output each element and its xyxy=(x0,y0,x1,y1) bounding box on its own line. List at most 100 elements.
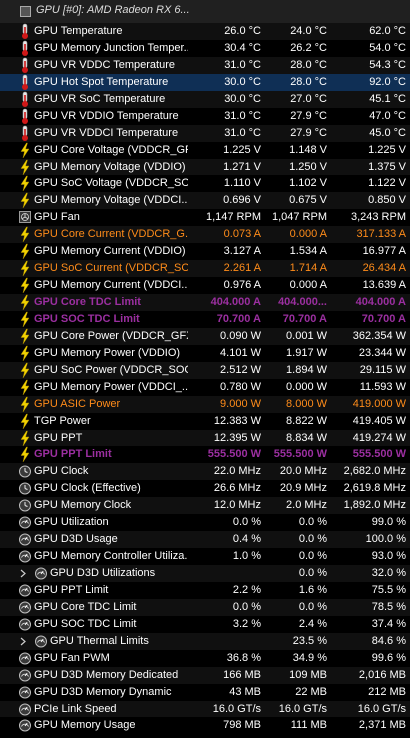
max-value: 1.122 V xyxy=(368,177,406,190)
sensor-label: GPU VR VDDIO Temperature xyxy=(34,109,179,122)
current-value: 798 MB xyxy=(223,719,261,732)
thermometer-icon xyxy=(18,91,32,108)
bolt-icon xyxy=(18,159,32,176)
max-value: 0.850 V xyxy=(368,194,406,207)
min-value: 1.534 A xyxy=(289,245,327,258)
gauge-icon xyxy=(18,701,32,718)
sensor-row-gpu-soc-current-vddcr-soc[interactable]: GPU SoC Current (VDDCR_SOC) 2.261 A 1.714 … xyxy=(0,260,410,278)
min-value: 555.500 W xyxy=(273,448,327,461)
sensor-row-gpu-vr-vddio-temperature[interactable]: GPU VR VDDIO Temperature 31.0 °C 27.9 °C 47… xyxy=(0,108,410,125)
sensor-row-gpu-ppt[interactable]: GPU PPT 12.395 W 8.834 W 419.274 W xyxy=(0,429,410,447)
sensor-row-gpu-vr-vddc-temperature[interactable]: GPU VR VDDC Temperature 31.0 °C 28.0 °C 54.… xyxy=(0,56,410,74)
sensor-row-gpu-ppt-limit[interactable]: GPU PPT Limit 2.2 % 1.6 % 75.5 % xyxy=(0,582,410,599)
max-value: 29.115 W xyxy=(359,363,406,376)
sensor-group-title: GPU [#0]: AMD Radeon RX 6... xyxy=(36,4,190,16)
max-value: 555.500 W xyxy=(352,448,406,461)
sensor-row-gpu-d3d-memory-dedicated[interactable]: GPU D3D Memory Dedicated 166 MB 109 MB 2,01… xyxy=(0,666,410,684)
sensor-row-gpu-asic-power[interactable]: GPU ASIC Power 9.000 W 8.000 W 419.000 W xyxy=(0,395,410,413)
max-value: 45.1 °C xyxy=(369,92,406,105)
expand-chevron-icon[interactable] xyxy=(18,565,28,582)
min-value: 0.675 V xyxy=(289,194,327,207)
bolt-icon xyxy=(18,430,32,447)
current-value: 26.0 °C xyxy=(224,25,261,37)
min-value: 0.001 W xyxy=(286,329,327,342)
sensor-row-gpu-vr-vddci-temperature[interactable]: GPU VR VDDCI Temperature 31.0 °C 27.9 °C 45… xyxy=(0,124,410,142)
sensor-row-gpu-core-power-vddcr-gfx[interactable]: GPU Core Power (VDDCR_GFX) 0.090 W 0.001 W… xyxy=(0,327,410,345)
sensor-row-gpu-hot-spot-temperature[interactable]: GPU Hot Spot Temperature 30.0 °C 28.0 °C 92… xyxy=(0,73,410,91)
sensor-row-gpu-fan[interactable]: GPU Fan 1,147 RPM 1,047 RPM 3,243 RPM xyxy=(0,209,410,226)
current-value: 31.0 °C xyxy=(224,126,261,139)
sensor-row-gpu-memory-controller-utiliza[interactable]: GPU Memory Controller Utiliza... 1.0 % 0.0… xyxy=(0,548,410,565)
sensor-row-gpu-core-tdc-limit[interactable]: GPU Core TDC Limit 0.0 % 0.0 % 78.5 % xyxy=(0,598,410,616)
sensor-row-gpu-memory-usage[interactable]: GPU Memory Usage 798 MB 111 MB 2,371 MB xyxy=(0,717,410,734)
sensor-label: GPU Memory Current (VDDCI... xyxy=(34,279,188,292)
sensor-row-gpu-memory-clock[interactable]: GPU Memory Clock 12.0 MHz 2.0 MHz 1,892.0 M… xyxy=(0,497,410,515)
sensor-row-tgp-power[interactable]: TGP Power 12.383 W 8.822 W 419.405 W xyxy=(0,413,410,430)
sensor-row-gpu-d3d-usage[interactable]: GPU D3D Usage 0.4 % 0.0 % 100.0 % xyxy=(0,531,410,549)
sensor-row-gpu-core-tdc-limit[interactable]: GPU Core TDC Limit 404.000 A 404.000... 404… xyxy=(0,294,410,311)
sensor-row-gpu-utilization[interactable]: GPU Utilization 0.0 % 0.0 % 99.0 % xyxy=(0,514,410,531)
fan-icon xyxy=(18,209,32,226)
max-value: 54.3 °C xyxy=(369,58,406,71)
sensor-row-gpu-soc-voltage-vddcr-soc[interactable]: GPU SoC Voltage (VDDCR_SOC) 1.110 V 1.102 … xyxy=(0,175,410,192)
gpu-chip-icon xyxy=(20,6,31,17)
sensor-label: GPU Clock xyxy=(34,465,89,478)
sensor-row-gpu-memory-voltage-vddio[interactable]: GPU Memory Voltage (VDDIO) 1.271 V 1.250 V… xyxy=(0,158,410,176)
sensor-row-gpu-memory-voltage-vddci[interactable]: GPU Memory Voltage (VDDCI... 0.696 V 0.675… xyxy=(0,192,410,210)
sensor-label: GPU VR VDDCI Temperature xyxy=(34,126,179,139)
thermometer-icon xyxy=(18,108,32,125)
sensor-row-gpu-soc-tdc-limit[interactable]: GPU SOC TDC Limit 3.2 % 2.4 % 37.4 % xyxy=(0,616,410,633)
min-value: 34.9 % xyxy=(292,651,327,664)
sensor-row-gpu-d3d-utilizations[interactable]: GPU D3D Utilizations 0.0 % 32.0 % xyxy=(0,565,410,582)
sensor-row-gpu-memory-power-vddci[interactable]: GPU Memory Power (VDDCI_... 0.780 W 0.000 … xyxy=(0,379,410,396)
max-value: 1,892.0 MHz xyxy=(343,499,406,512)
sensor-row-gpu-temperature[interactable]: GPU Temperature 26.0 °C 24.0 °C 62.0 °C xyxy=(0,23,410,40)
bolt-icon xyxy=(18,175,32,192)
min-value: 0.0 % xyxy=(298,567,327,579)
gauge-icon xyxy=(18,650,32,667)
max-value: 84.6 % xyxy=(371,634,406,647)
min-value: 0.000 A xyxy=(289,228,327,241)
bolt-icon xyxy=(18,446,32,463)
min-value: 404.000... xyxy=(278,296,327,308)
sensor-label: GPU Core Current (VDDCR_G... xyxy=(34,228,188,241)
sensor-label: GPU SOC TDC Limit xyxy=(34,617,137,630)
bolt-icon xyxy=(18,260,32,277)
sensor-row-gpu-soc-tdc-limit[interactable]: GPU SOC TDC Limit 70.700 A 70.700 A 70.700 … xyxy=(0,311,410,328)
min-value: 24.0 °C xyxy=(290,25,327,37)
bolt-icon xyxy=(18,328,32,345)
sensor-row-gpu-clock[interactable]: GPU Clock 22.0 MHz 20.0 MHz 2,682.0 MHz xyxy=(0,463,410,481)
sensor-label: GPU ASIC Power xyxy=(34,397,121,410)
gauge-icon xyxy=(18,684,32,701)
expand-chevron-icon[interactable] xyxy=(18,633,28,650)
sensor-label: GPU Memory Junction Temper... xyxy=(34,41,188,54)
sensor-row-gpu-memory-power-vddio[interactable]: GPU Memory Power (VDDIO) 4.101 W 1.917 W 23… xyxy=(0,345,410,362)
sensor-group-header[interactable]: GPU [#0]: AMD Radeon RX 6... xyxy=(0,0,410,24)
sensor-row-gpu-memory-junction-temper[interactable]: GPU Memory Junction Temper... 30.4 °C 26.2… xyxy=(0,40,410,57)
max-value: 16.0 GT/s xyxy=(357,702,406,715)
current-value: 31.0 °C xyxy=(224,109,261,122)
sensor-row-gpu-d3d-memory-dynamic[interactable]: GPU D3D Memory Dynamic 43 MB 22 MB 212 MB xyxy=(0,684,410,701)
sensor-row-gpu-soc-power-vddcr-soc[interactable]: GPU SoC Power (VDDCR_SOC) 2.512 W 1.894 W 2… xyxy=(0,361,410,379)
max-value: 2,619.8 MHz xyxy=(343,482,406,495)
sensor-label: GPU SoC Voltage (VDDCR_SOC) xyxy=(34,177,188,190)
sensor-row-gpu-clock-effective[interactable]: GPU Clock (Effective) 26.6 MHz 20.9 MHz 2,6… xyxy=(0,480,410,497)
sensor-row-gpu-core-current-vddcr-g[interactable]: GPU Core Current (VDDCR_G... 0.073 A 0.000… xyxy=(0,226,410,244)
sensor-row-gpu-memory-current-vddci[interactable]: GPU Memory Current (VDDCI... 0.976 A 0.000… xyxy=(0,277,410,294)
thermometer-icon xyxy=(18,40,32,57)
sensor-label: GPU Core Voltage (VDDCR_GFX) xyxy=(34,143,188,156)
sensor-row-gpu-vr-soc-temperature[interactable]: GPU VR SoC Temperature 30.0 °C 27.0 °C 45.1… xyxy=(0,90,410,108)
sensor-label: GPU D3D Memory Dynamic xyxy=(34,685,172,698)
thermometer-icon xyxy=(18,23,32,40)
min-value: 8.834 W xyxy=(286,431,327,444)
sensor-row-gpu-fan-pwm[interactable]: GPU Fan PWM 36.8 % 34.9 % 99.6 % xyxy=(0,650,410,667)
sensor-label: GPU D3D Utilizations xyxy=(50,567,156,579)
current-value: 0.090 W xyxy=(220,329,261,342)
sensor-row-gpu-thermal-limits[interactable]: GPU Thermal Limits 23.5 % 84.6 % xyxy=(0,632,410,650)
current-value: 4.101 W xyxy=(220,346,261,359)
sensor-row-gpu-ppt-limit[interactable]: GPU PPT Limit 555.500 W 555.500 W 555.500 W xyxy=(0,446,410,463)
min-value: 109 MB xyxy=(289,668,327,681)
sensor-row-gpu-core-voltage-vddcr-gfx[interactable]: GPU Core Voltage (VDDCR_GFX) 1.225 V 1.148… xyxy=(0,142,410,159)
sensor-row-pcie-link-speed[interactable]: PCIe Link Speed 16.0 GT/s 16.0 GT/s 16.0 GT… xyxy=(0,700,410,718)
sensor-row-gpu-memory-current-vddio[interactable]: GPU Memory Current (VDDIO) 3.127 A 1.534 A… xyxy=(0,243,410,260)
